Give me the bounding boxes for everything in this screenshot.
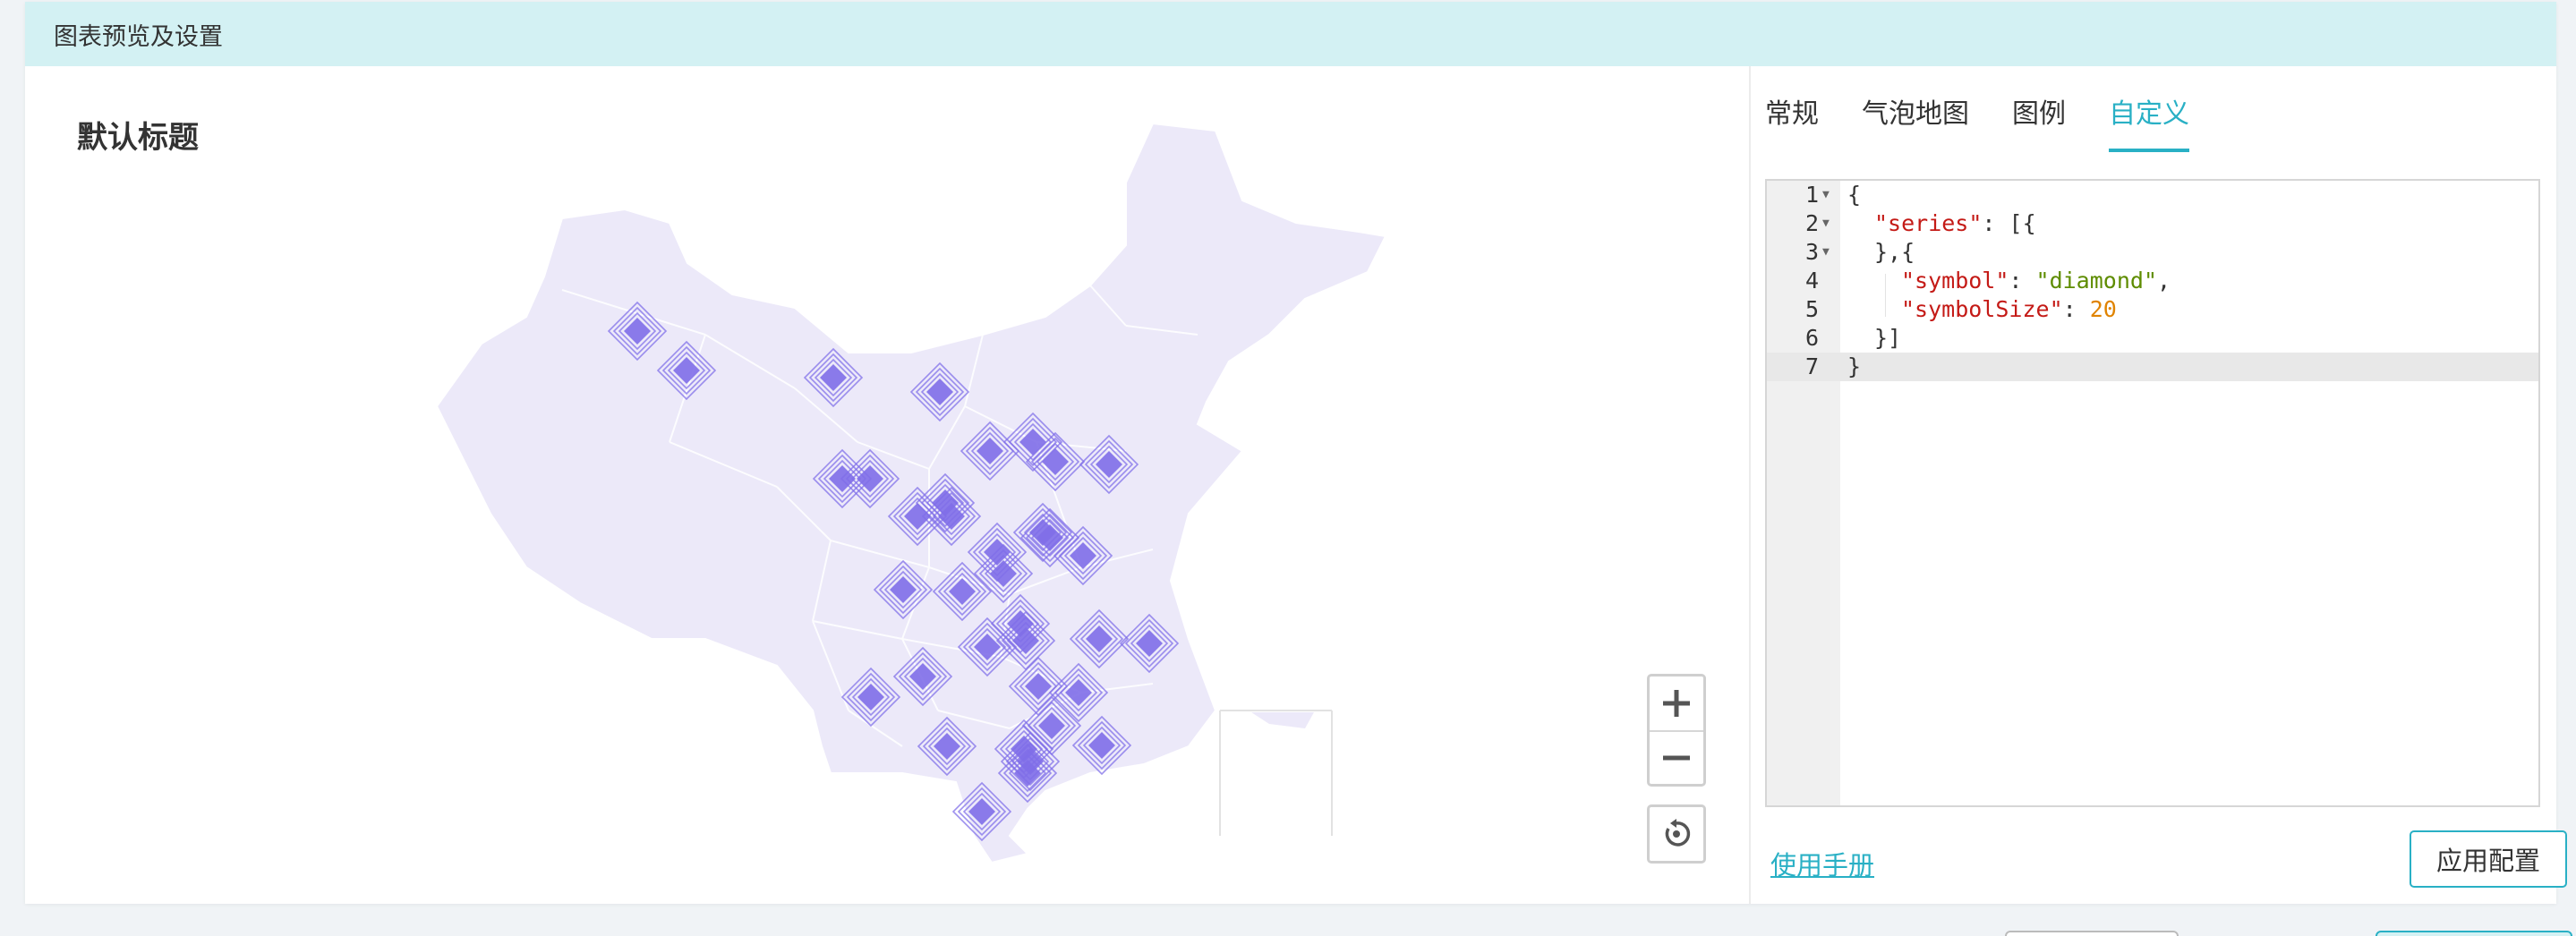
code-line-active: 7 } (1767, 353, 2538, 381)
footer-button-primary[interactable] (2376, 931, 2572, 936)
tab-general[interactable]: 常规 (1765, 91, 1819, 152)
code-token: : (2062, 296, 2090, 322)
code-token: },{ (1874, 239, 1915, 265)
code-line: 6 }] (1767, 324, 2538, 353)
settings-panel: 常规 气泡地图 图例 自定义 1 ▼ { 2 ▼ "series": [{ 3 … (1751, 66, 2567, 904)
code-line: 4 "symbol": "diamond", (1767, 267, 2538, 295)
chart-preview-panel: 图表预览及设置 默认标题 常规 气泡地图 图例 自定义 1 ▼ {2 ▼ "s… (25, 2, 2567, 904)
tab-legend[interactable]: 图例 (2012, 91, 2066, 152)
code-token: "symbolSize" (1901, 296, 2063, 322)
code-token: : (2009, 268, 2036, 294)
reset-view-button[interactable] (1647, 804, 1706, 864)
code-token: { (1847, 182, 1862, 208)
code-token: "diamond" (2035, 268, 2157, 294)
code-line: 3 ▼ },{ (1767, 238, 2538, 267)
indent-guide (1885, 274, 1886, 317)
apply-config-button[interactable]: 应用配置 (2410, 830, 2567, 888)
minus-icon (1663, 755, 1690, 761)
tab-bubble-map[interactable]: 气泡地图 (1862, 91, 1969, 152)
user-manual-link[interactable]: 使用手册 (1770, 845, 1874, 882)
chart-title: 默认标题 (77, 120, 199, 156)
line-number: 7 (1804, 353, 1819, 379)
line-number: 5 (1804, 296, 1819, 322)
code-line: 2 ▼ "series": [{ (1767, 209, 2538, 238)
fold-arrow-icon[interactable]: ▼ (1822, 238, 1830, 267)
code-token: , (2157, 268, 2171, 294)
code-line: 1 ▼ { (1767, 181, 2538, 209)
code-token: } (1847, 353, 1862, 379)
code-editor[interactable]: 1 ▼ { 2 ▼ "series": [{ 3 ▼ },{ 4 "symbol… (1765, 179, 2540, 807)
line-number: 6 (1804, 325, 1819, 351)
panel-header: 图表预览及设置 (25, 2, 2556, 66)
line-number: 4 (1804, 268, 1819, 294)
code-token: : [{ (1982, 210, 2036, 236)
south-sea-islands (1251, 712, 1314, 728)
line-number: 3 (1804, 239, 1819, 265)
tab-custom[interactable]: 自定义 (2109, 91, 2189, 152)
line-number: 1 (1804, 182, 1819, 208)
code-token: 20 (2089, 296, 2117, 322)
zoom-controls (1647, 674, 1706, 787)
fold-arrow-icon[interactable]: ▼ (1822, 209, 1830, 238)
zoom-in-button[interactable] (1650, 676, 1703, 730)
zoom-out-button[interactable] (1650, 730, 1703, 784)
settings-tabs: 常规 气泡地图 图例 自定义 (1765, 91, 2232, 152)
reset-icon (1665, 819, 1691, 847)
chart-preview-area: 默认标题 (25, 66, 1749, 904)
footer-button-secondary[interactable] (2005, 931, 2179, 936)
south-sea-inset (1219, 710, 1333, 836)
line-number: 2 (1804, 210, 1819, 236)
bubble-map-chart[interactable] (25, 66, 1749, 904)
code-token: "series" (1874, 210, 1983, 236)
code-token: }] (1874, 325, 1902, 351)
plus-icon (1663, 690, 1690, 717)
code-token: "symbol" (1901, 268, 2009, 294)
fold-arrow-icon[interactable]: ▼ (1822, 181, 1830, 209)
code-line: 5 "symbolSize": 20 (1767, 295, 2538, 324)
